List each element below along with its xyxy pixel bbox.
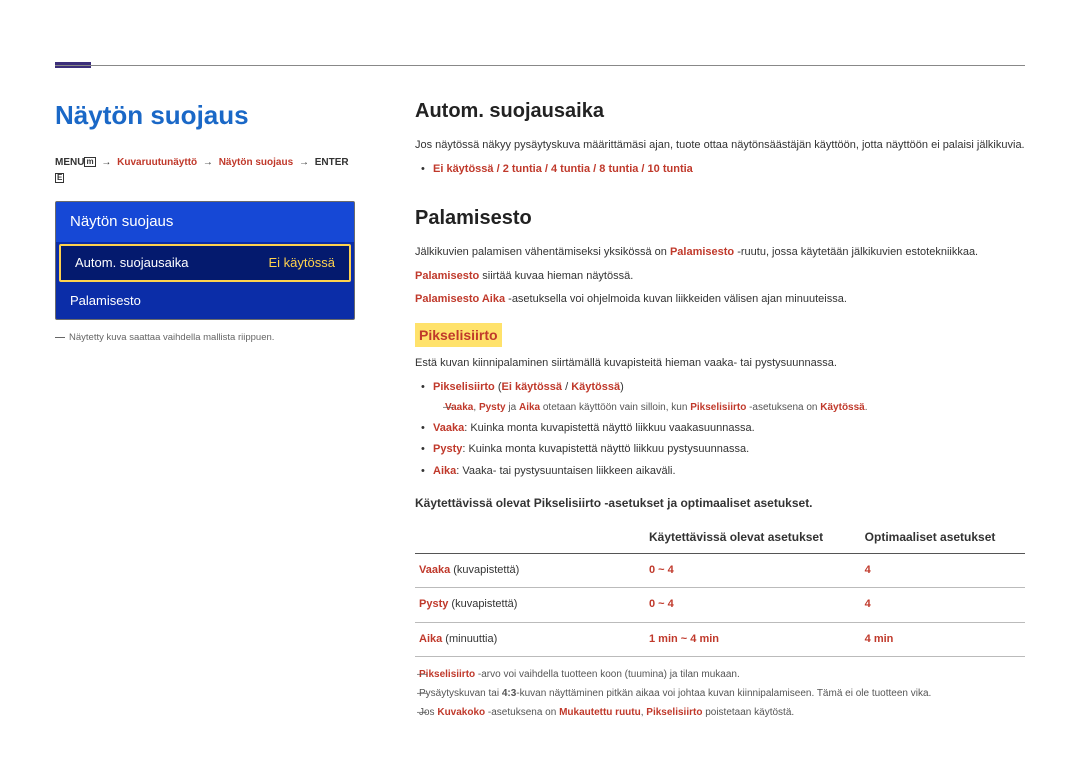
th-optimal: Optimaaliset asetukset [861, 522, 1025, 554]
autom-desc: Jos näytössä näkyy pysäytyskuva määrittä… [415, 137, 1025, 155]
osd-row-label: Palamisesto [70, 291, 141, 312]
footnote-3: Jos Kuvakoko -asetuksena on Mukautettu r… [419, 705, 1025, 721]
autom-options: Ei käytössä / 2 tuntia / 4 tuntia / 8 tu… [415, 161, 1025, 179]
subheading-pikselisiirto: Pikselisiirto [415, 323, 502, 347]
table-row: Vaaka (kuvapistettä)0 ~ 44 [415, 553, 1025, 588]
breadcrumb: MENUm → Kuvaruutunäyttö → Näytön suojaus… [55, 155, 355, 187]
palamisesto-line3: Palamisesto Aika -asetuksella voi ohjelm… [415, 291, 1025, 309]
enter-icon: E [55, 173, 64, 183]
osd-row-palamisesto[interactable]: Palamisesto [56, 284, 354, 319]
menu-icon: m [84, 157, 95, 167]
table-row: Pysty (kuvapistettä)0 ~ 44 [415, 588, 1025, 623]
table-row: Aika (minuuttia)1 min ~ 4 min4 min [415, 622, 1025, 657]
heading-autom-suojausaika: Autom. suojausaika [415, 95, 1025, 127]
osd-row-label: Autom. suojausaika [75, 253, 188, 274]
bullet-pysty: Pysty: Kuinka monta kuvapistettä näyttö … [415, 441, 1025, 459]
bc-menu: MENU [55, 157, 84, 168]
pikselisiirto-subnote: Vaaka, Pysty ja Aika otetaan käyttöön va… [445, 400, 1025, 416]
bc-part1: Kuvaruutunäyttö [117, 157, 197, 168]
osd-row-autom-suojausaika[interactable]: Autom. suojausaika Ei käytössä [59, 244, 351, 283]
page-title: Näytön suojaus [55, 95, 355, 137]
th-available: Käytettävissä olevat asetukset [645, 522, 861, 554]
pikselisiirto-intro: Estä kuvan kiinnipalaminen siirtämällä k… [415, 355, 1025, 373]
osd-header: Näytön suojaus [56, 202, 354, 242]
bc-part2: Näytön suojaus [219, 157, 293, 168]
bullet-aika: Aika: Vaaka- tai pystysuuntaisen liikkee… [415, 463, 1025, 481]
pikselisiirto-option-line: Pikselisiirto (Ei käytössä / Käytössä) V… [415, 379, 1025, 416]
image-caption-note: Näytetty kuva saattaa vaihdella mallista… [55, 330, 355, 345]
footnote-1: Pikselisiirto -arvo voi vaihdella tuotte… [419, 667, 1025, 683]
table-caption: Käytettävissä olevat Pikselisiirto -aset… [415, 494, 1025, 513]
osd-row-value: Ei käytössä [269, 253, 335, 274]
footnote-2: Pysäytyskuvan tai 4:3-kuvan näyttäminen … [419, 686, 1025, 702]
bullet-vaaka: Vaaka: Kuinka monta kuvapistettä näyttö … [415, 420, 1025, 438]
bc-enter: ENTER [315, 157, 349, 168]
osd-panel: Näytön suojaus Autom. suojausaika Ei käy… [55, 201, 355, 321]
palamisesto-line1: Jälkikuvien palamisen vähentämiseksi yks… [415, 244, 1025, 262]
heading-palamisesto: Palamisesto [415, 202, 1025, 234]
th-empty [415, 522, 645, 554]
palamisesto-line2: Palamisesto siirtää kuvaa hieman näytöss… [415, 268, 1025, 286]
settings-table: Käytettävissä olevat asetukset Optimaali… [415, 522, 1025, 658]
